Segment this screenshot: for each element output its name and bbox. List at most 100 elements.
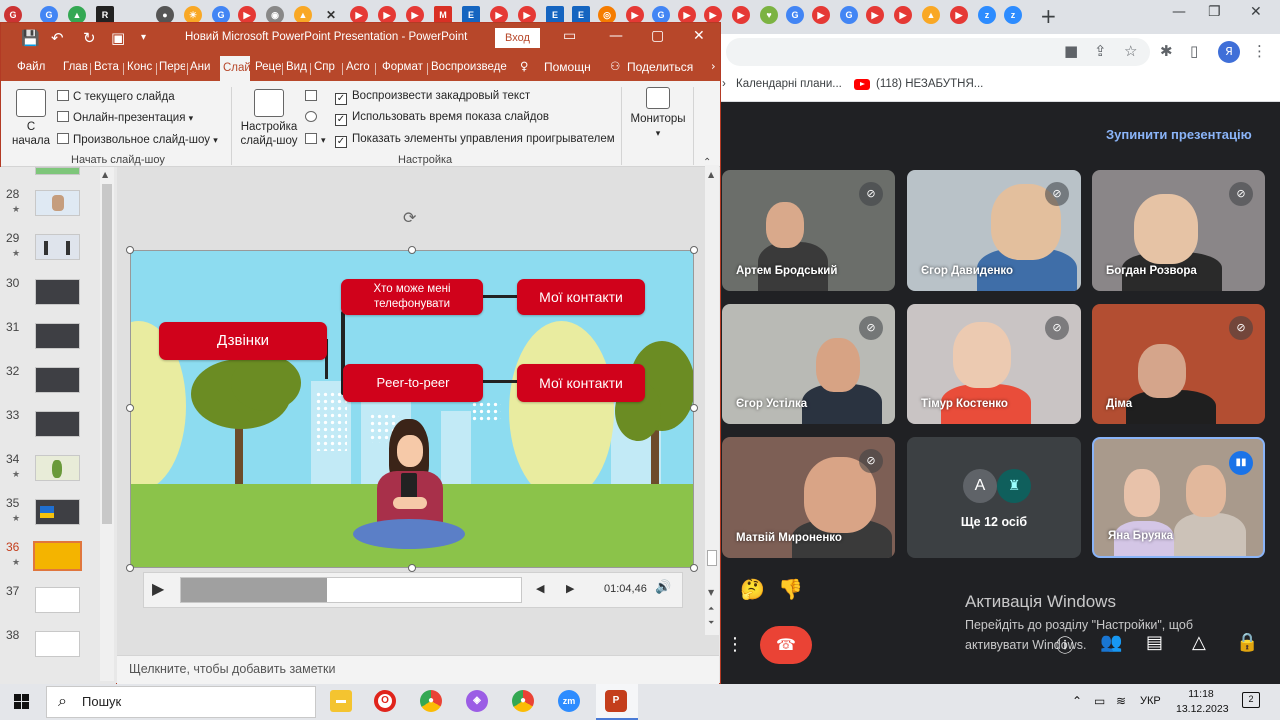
resize-handle[interactable] [126,404,134,412]
ribbon-scroll-icon[interactable]: › [711,59,716,73]
stop-presentation-button[interactable]: Зупинити презентацію [1106,127,1252,142]
close-icon[interactable]: ✕ [693,28,705,44]
record-icon[interactable]: ▾ [305,133,326,146]
taskbar-clock[interactable]: 11:18 13.12.2023 [1176,687,1229,717]
step-forward-icon[interactable]: ▶ [566,582,574,595]
resize-handle[interactable] [126,246,134,254]
chrome-tab-icon[interactable]: ▲ [922,6,940,24]
save-icon[interactable]: 💾 [21,29,40,47]
tab-acrobat[interactable]: Acro [346,61,370,73]
chrome-tab-icon[interactable]: z [1004,6,1022,24]
online-present-button[interactable]: Онлайн-презентация ▾ [57,111,193,124]
volume-icon[interactable]: 🔊 [655,580,671,595]
new-tab-icon[interactable]: + [1040,4,1057,28]
editor-scrollbar-thumb[interactable] [707,550,717,566]
thumbs-down-reaction-icon[interactable]: 👎 [778,577,803,601]
signin-button[interactable]: Вход [495,28,540,48]
tab-help[interactable]: Спр [314,61,335,73]
rehearse-timings-icon[interactable] [305,111,321,124]
slide-thumbnail[interactable] [35,411,80,437]
setup-slideshow-button[interactable]: Настройка слайд-шоу [237,89,301,148]
tab-format[interactable]: Формат [382,61,423,73]
monitors-button[interactable]: Мониторы ▾ [627,87,689,140]
file-explorer-icon[interactable]: ▬ [330,690,352,712]
extensions-icon[interactable]: ✱ [1160,42,1173,60]
step-back-icon[interactable]: ◀ [536,582,544,595]
resize-handle[interactable] [126,564,134,572]
thinking-reaction-icon[interactable]: 🤔 [740,577,765,601]
resize-handle[interactable] [408,564,416,572]
undo-icon[interactable]: ↶ [51,29,64,47]
tab-playback[interactable]: Воспроизведе [431,61,507,73]
participant-tile[interactable]: ⊘ Єгор Устілка [722,304,895,424]
tab-review[interactable]: Реце [255,61,281,73]
chrome-tab-icon[interactable]: ♥ [760,6,778,24]
next-slide-icon[interactable]: ⏷ [708,618,714,628]
participant-tile[interactable]: ▮▮ Яна Бруяка [1092,437,1265,558]
slide-thumbnail[interactable] [35,323,80,349]
opera-icon[interactable]: O [374,690,396,712]
play-narrations-checkbox[interactable]: ✓ Воспроизвести закадровый текст [335,90,530,105]
tab-slideshow[interactable]: Слай [220,56,250,81]
slide-thumbnail[interactable] [35,367,80,393]
close-icon[interactable]: ✕ [1250,4,1262,20]
tab-file[interactable]: Файл [17,61,45,73]
maximize-icon[interactable]: ❐ [1208,4,1221,20]
thumbnail-scrollbar-thumb[interactable] [102,184,112,524]
tell-me-button[interactable]: Помощн [544,60,591,74]
zoom-icon[interactable]: zm [558,690,580,712]
chrome-tab-icon[interactable]: ▶ [894,6,912,24]
tab-transitions[interactable]: Пере [159,61,185,73]
minimize-icon[interactable]: — [1172,4,1186,20]
slide-thumbnail[interactable] [35,279,80,305]
prev-slide-icon[interactable]: ⏶ [708,604,714,614]
taskbar-search-text[interactable]: Пошук [82,694,121,709]
tab-home[interactable]: Глав [63,61,88,73]
end-call-button[interactable]: ☎ [760,626,812,664]
hide-slide-icon[interactable] [305,90,321,103]
notes-placeholder[interactable]: Щелкните, чтобы добавить заметки [129,662,335,676]
show-hidden-icons[interactable]: ⌃ [1072,694,1082,708]
ribbon-display-icon[interactable]: ▭ [563,28,576,44]
participant-tile[interactable]: ⊘ Матвій Мироненко [722,437,895,558]
share-icon[interactable]: ⇪ [1094,42,1107,60]
participant-tile[interactable]: ⊘ Богдан Розвора [1092,170,1265,291]
chrome-tab-icon[interactable]: ▶ [732,6,750,24]
chrome-tab-icon[interactable]: G [840,6,858,24]
powerpoint-icon[interactable]: P [605,690,627,712]
from-beginning-icon[interactable]: ▣ [111,29,125,47]
slide-thumbnail[interactable] [35,499,80,525]
slide-thumbnail[interactable] [35,587,80,613]
tab-design[interactable]: Конс [127,61,152,73]
chrome-icon[interactable]: ● [512,690,534,712]
scroll-up-icon[interactable]: ▲ [102,170,108,179]
chrome-icon[interactable]: ● [420,690,442,712]
wifi-icon[interactable]: ≋ [1116,694,1126,708]
profile-avatar[interactable]: Я [1218,41,1240,63]
more-participants-tile[interactable]: A ♜ Ще 12 осіб [907,437,1081,558]
battery-icon[interactable]: ▭ [1094,694,1105,708]
participant-tile[interactable]: ⊘ Артем Бродський [722,170,895,291]
minimize-icon[interactable]: — [609,28,623,44]
share-button[interactable]: Поделиться [627,60,693,74]
use-timings-checkbox[interactable]: ✓ Использовать время показа слайдов [335,111,549,126]
slide-thumbnail-active[interactable] [33,541,82,571]
address-bar[interactable] [726,38,1150,66]
notifications-icon[interactable]: 2 [1242,692,1260,708]
chrome-tab-icon[interactable]: ▶ [812,6,830,24]
from-current-button[interactable]: С текущего слайда [57,90,175,103]
menu-icon[interactable]: ⋮ [1252,42,1267,60]
edge-icon[interactable]: ◈ [466,690,488,712]
slide-thumbnail[interactable] [35,631,80,657]
participant-tile[interactable]: ⊘ Єгор Давиденко [907,170,1081,291]
scroll-down-icon[interactable]: ▼ [708,588,714,597]
lightbulb-icon[interactable]: ♀ [520,59,528,73]
custom-slideshow-button[interactable]: Произвольное слайд-шоу ▾ [57,133,218,146]
resize-handle[interactable] [690,564,698,572]
slide-thumbnail[interactable] [35,190,80,216]
bookmark-youtube[interactable]: (118) НЕЗАБУТНЯ... [876,78,983,90]
language-indicator[interactable]: УКР [1140,695,1161,707]
resize-handle[interactable] [690,404,698,412]
qat-dropdown-icon[interactable]: ▾ [141,32,146,43]
maximize-icon[interactable]: ▢ [651,28,664,44]
